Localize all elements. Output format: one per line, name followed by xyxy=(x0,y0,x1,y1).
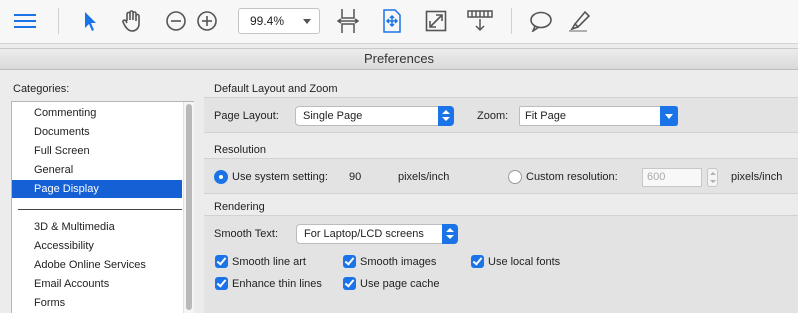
checkbox-use-page-cache[interactable] xyxy=(343,277,356,290)
pixels-per-inch-label: pixels/inch xyxy=(398,171,450,183)
categories-scrollbar[interactable] xyxy=(183,102,194,313)
chevron-updown-icon xyxy=(438,106,454,126)
checkbox-smooth-images[interactable] xyxy=(343,255,356,268)
category-documents[interactable]: Documents xyxy=(12,123,182,141)
page-layout-label: Page Layout: xyxy=(214,110,279,122)
fit-page-icon[interactable] xyxy=(380,8,404,34)
menu-icon[interactable] xyxy=(12,8,38,34)
smooth-text-label: Smooth Text: xyxy=(214,228,278,240)
toolbar-separator xyxy=(58,8,59,34)
comment-icon[interactable] xyxy=(528,8,554,34)
category-3d-multimedia[interactable]: 3D & Multimedia xyxy=(12,218,182,236)
checkbox-enhance-thin-lines[interactable] xyxy=(215,277,228,290)
system-resolution-value: 90 xyxy=(349,171,362,183)
custom-pixels-per-inch-label: pixels/inch xyxy=(731,171,783,183)
checkbox-smooth-line-art[interactable] xyxy=(215,255,228,268)
chevron-down-icon xyxy=(660,106,678,126)
zoom-combobox[interactable]: 99.4% xyxy=(238,8,320,34)
page-layout-value: Single Page xyxy=(303,110,363,122)
enhance-thin-lines-label: Enhance thin lines xyxy=(232,278,322,290)
custom-resolution-input[interactable]: 600 xyxy=(642,168,702,187)
scroll-mode-icon[interactable] xyxy=(466,8,494,34)
smooth-text-popup[interactable]: For Laptop/LCD screens xyxy=(296,224,458,244)
fit-width-icon[interactable] xyxy=(336,8,360,34)
category-accessibility[interactable]: Accessibility xyxy=(12,237,182,255)
zoom-in-icon[interactable] xyxy=(195,8,219,34)
zoom-out-icon[interactable] xyxy=(164,8,188,34)
use-local-fonts-label: Use local fonts xyxy=(488,256,561,268)
section-title-rendering: Rendering xyxy=(214,201,265,213)
custom-resolution-label: Custom resolution: xyxy=(526,171,618,183)
highlight-icon[interactable] xyxy=(566,8,592,34)
smooth-images-label: Smooth images xyxy=(360,256,437,268)
category-page-display[interactable]: Page Display xyxy=(12,180,182,198)
zoom-select[interactable]: Fit Page xyxy=(519,106,678,126)
radio-system-setting[interactable] xyxy=(214,170,228,184)
rendering-box: Smooth Text: For Laptop/LCD screens Smoo… xyxy=(204,215,798,313)
chevron-updown-icon xyxy=(442,224,458,244)
zoom-value: 99.4% xyxy=(250,14,285,28)
category-divider xyxy=(18,209,182,210)
smooth-line-art-label: Smooth line art xyxy=(232,256,306,268)
page-layout-popup[interactable]: Single Page xyxy=(295,106,454,126)
select-arrow-icon[interactable] xyxy=(79,8,101,34)
window-title: Preferences xyxy=(0,48,798,70)
category-general[interactable]: General xyxy=(12,161,182,179)
category-full-screen[interactable]: Full Screen xyxy=(12,142,182,160)
zoom-label: Zoom: xyxy=(477,110,509,122)
categories-label: Categories: xyxy=(13,83,70,95)
layout-box: Page Layout: Single Page Zoom: Fit Page xyxy=(204,97,798,133)
hand-icon[interactable] xyxy=(118,8,146,34)
fullscreen-icon[interactable] xyxy=(424,8,448,34)
toolbar-separator xyxy=(511,8,512,34)
category-email-accounts[interactable]: Email Accounts xyxy=(12,275,182,293)
category-forms[interactable]: Forms xyxy=(12,294,182,312)
radio-custom-resolution[interactable] xyxy=(508,170,522,184)
custom-resolution-stepper[interactable] xyxy=(707,168,718,187)
category-adobe-online-services[interactable]: Adobe Online Services xyxy=(12,256,182,274)
category-commenting[interactable]: Commenting xyxy=(12,104,182,122)
toolbar: 99.4% xyxy=(0,0,798,44)
section-title-layout: Default Layout and Zoom xyxy=(214,83,338,95)
chevron-down-icon xyxy=(303,19,311,24)
smooth-text-value: For Laptop/LCD screens xyxy=(304,228,424,240)
checkbox-use-local-fonts[interactable] xyxy=(471,255,484,268)
resolution-box: Use system setting: 90 pixels/inch Custo… xyxy=(204,158,798,194)
system-setting-label: Use system setting: xyxy=(232,171,328,183)
categories-list: Commenting Documents Full Screen General… xyxy=(11,101,194,313)
use-page-cache-label: Use page cache xyxy=(360,278,440,290)
scrollbar-thumb[interactable] xyxy=(186,104,192,310)
zoom-select-value: Fit Page xyxy=(525,110,566,122)
section-title-resolution: Resolution xyxy=(214,144,266,156)
